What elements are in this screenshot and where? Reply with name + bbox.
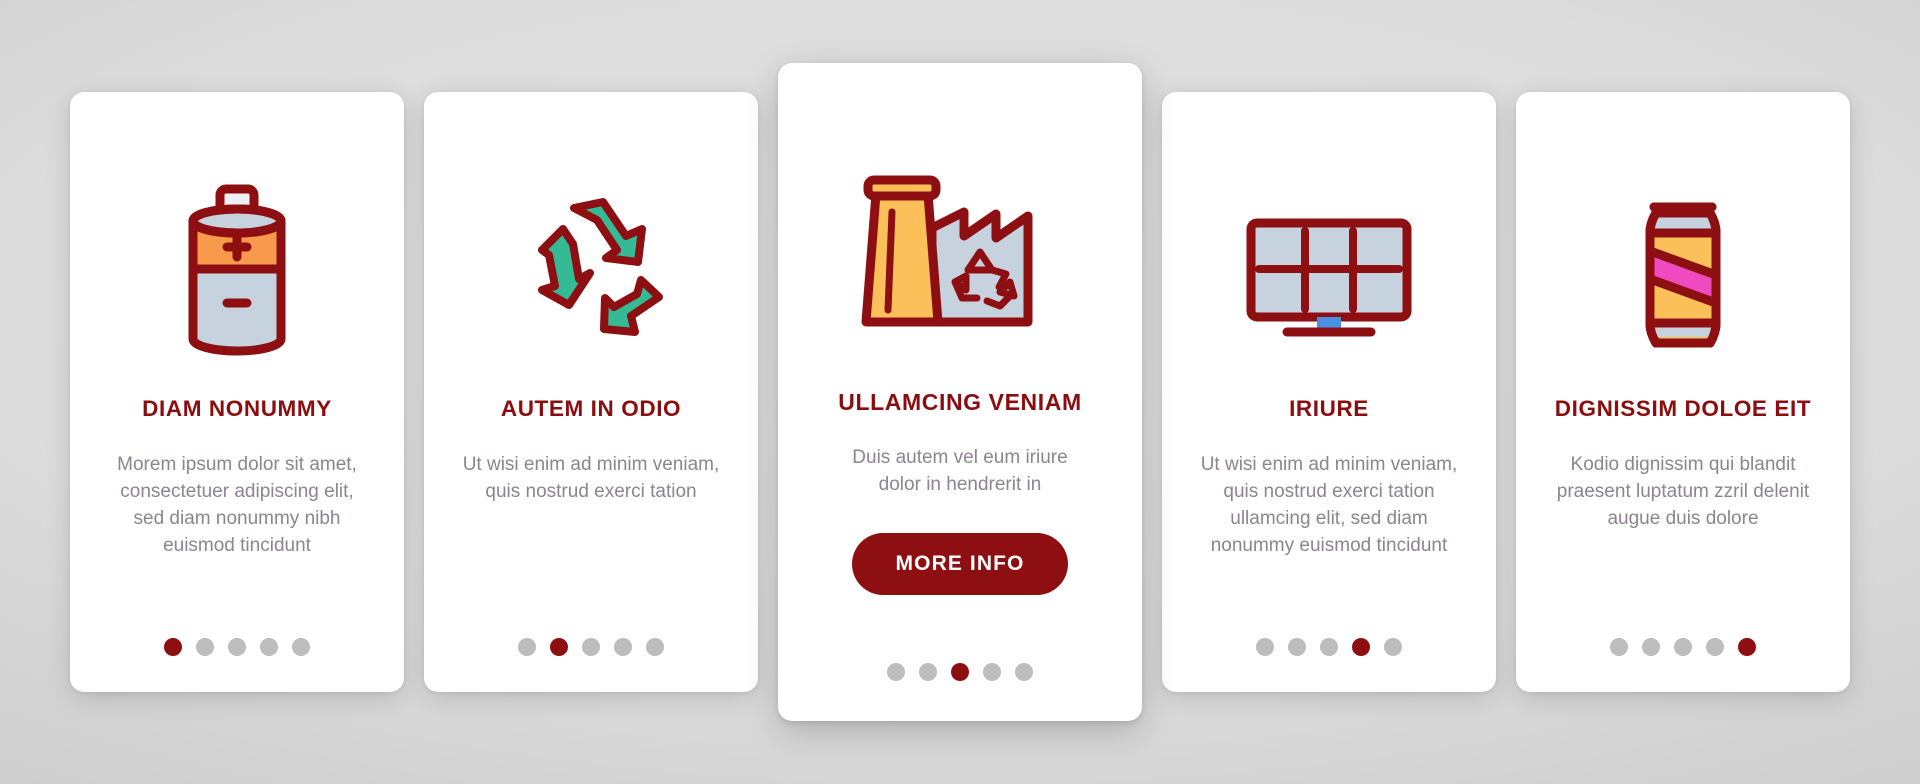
- pagination-dot-4[interactable]: [1706, 638, 1724, 656]
- soda-can-icon: [1542, 146, 1824, 396]
- onboarding-card-list: DIAM NONUMMY Morem ipsum dolor sit amet,…: [0, 0, 1920, 784]
- card-title: DIGNISSIM DOLOE EIT: [1554, 396, 1812, 421]
- pagination-dot-5[interactable]: [1384, 638, 1402, 656]
- card-title: AUTEM IN ODIO: [500, 396, 682, 421]
- pagination-dots[interactable]: [1610, 638, 1756, 662]
- pagination-dot-2[interactable]: [196, 638, 214, 656]
- pagination-dot-4[interactable]: [614, 638, 632, 656]
- recycling-factory-icon: [804, 121, 1116, 389]
- more-info-button[interactable]: MORE INFO: [851, 533, 1069, 596]
- pagination-dot-4[interactable]: [983, 663, 1001, 681]
- pagination-dot-1[interactable]: [164, 638, 182, 656]
- pagination-dot-3[interactable]: [1320, 638, 1338, 656]
- pagination-dot-5[interactable]: [646, 638, 664, 656]
- pagination-dots[interactable]: [1256, 638, 1402, 662]
- pagination-dot-3[interactable]: [582, 638, 600, 656]
- card-body-text: Ut wisi enim ad minim veniam, quis nostr…: [1200, 453, 1458, 556]
- card-title: DIAM NONUMMY: [142, 396, 332, 421]
- pagination-dots[interactable]: [164, 638, 310, 662]
- pagination-dot-3[interactable]: [228, 638, 246, 656]
- onboarding-card-dignissim-doloe-eit[interactable]: DIGNISSIM DOLOE EIT Kodio dignissim qui …: [1516, 92, 1850, 692]
- pagination-dot-2[interactable]: [1288, 638, 1306, 656]
- pagination-dot-2[interactable]: [1642, 638, 1660, 656]
- onboarding-card-autem-in-odio[interactable]: AUTEM IN ODIO Ut wisi enim ad minim veni…: [424, 92, 758, 692]
- card-body-text: Ut wisi enim ad minim veniam, quis nostr…: [462, 453, 720, 502]
- card-title: ULLAMCING VENIAM: [838, 389, 1082, 415]
- battery-icon: [96, 146, 378, 396]
- onboarding-card-diam-nonummy[interactable]: DIAM NONUMMY Morem ipsum dolor sit amet,…: [70, 92, 404, 692]
- pagination-dot-5[interactable]: [1015, 663, 1033, 681]
- pagination-dot-1[interactable]: [518, 638, 536, 656]
- pagination-dot-5[interactable]: [292, 638, 310, 656]
- card-body-text: Kodio dignissim qui blandit praesent lup…: [1556, 453, 1810, 529]
- pagination-dot-3[interactable]: [951, 663, 969, 681]
- card-title: IRIURE: [1289, 396, 1369, 421]
- pagination-dot-4[interactable]: [260, 638, 278, 656]
- pagination-dot-5[interactable]: [1738, 638, 1756, 656]
- pagination-dot-1[interactable]: [887, 663, 905, 681]
- onboarding-card-iriure[interactable]: IRIURE Ut wisi enim ad minim veniam, qui…: [1162, 92, 1496, 692]
- pagination-dot-3[interactable]: [1674, 638, 1692, 656]
- pagination-dot-1[interactable]: [1256, 638, 1274, 656]
- pagination-dots[interactable]: [887, 663, 1033, 687]
- onboarding-screens-stage: DIAM NONUMMY Morem ipsum dolor sit amet,…: [0, 0, 1920, 784]
- pagination-dot-2[interactable]: [919, 663, 937, 681]
- card-body-text: Morem ipsum dolor sit amet, consectetuer…: [117, 453, 357, 556]
- pagination-dot-4[interactable]: [1352, 638, 1370, 656]
- onboarding-card-ullamcing-veniam[interactable]: ULLAMCING VENIAM Duis autem vel eum iriu…: [778, 63, 1142, 721]
- card-body-text: Duis autem vel eum iriure dolor in hendr…: [852, 447, 1068, 496]
- pagination-dot-2[interactable]: [550, 638, 568, 656]
- solar-panel-icon: [1188, 146, 1470, 396]
- recycle-arrows-icon: [450, 146, 732, 396]
- pagination-dot-1[interactable]: [1610, 638, 1628, 656]
- pagination-dots[interactable]: [518, 638, 664, 662]
